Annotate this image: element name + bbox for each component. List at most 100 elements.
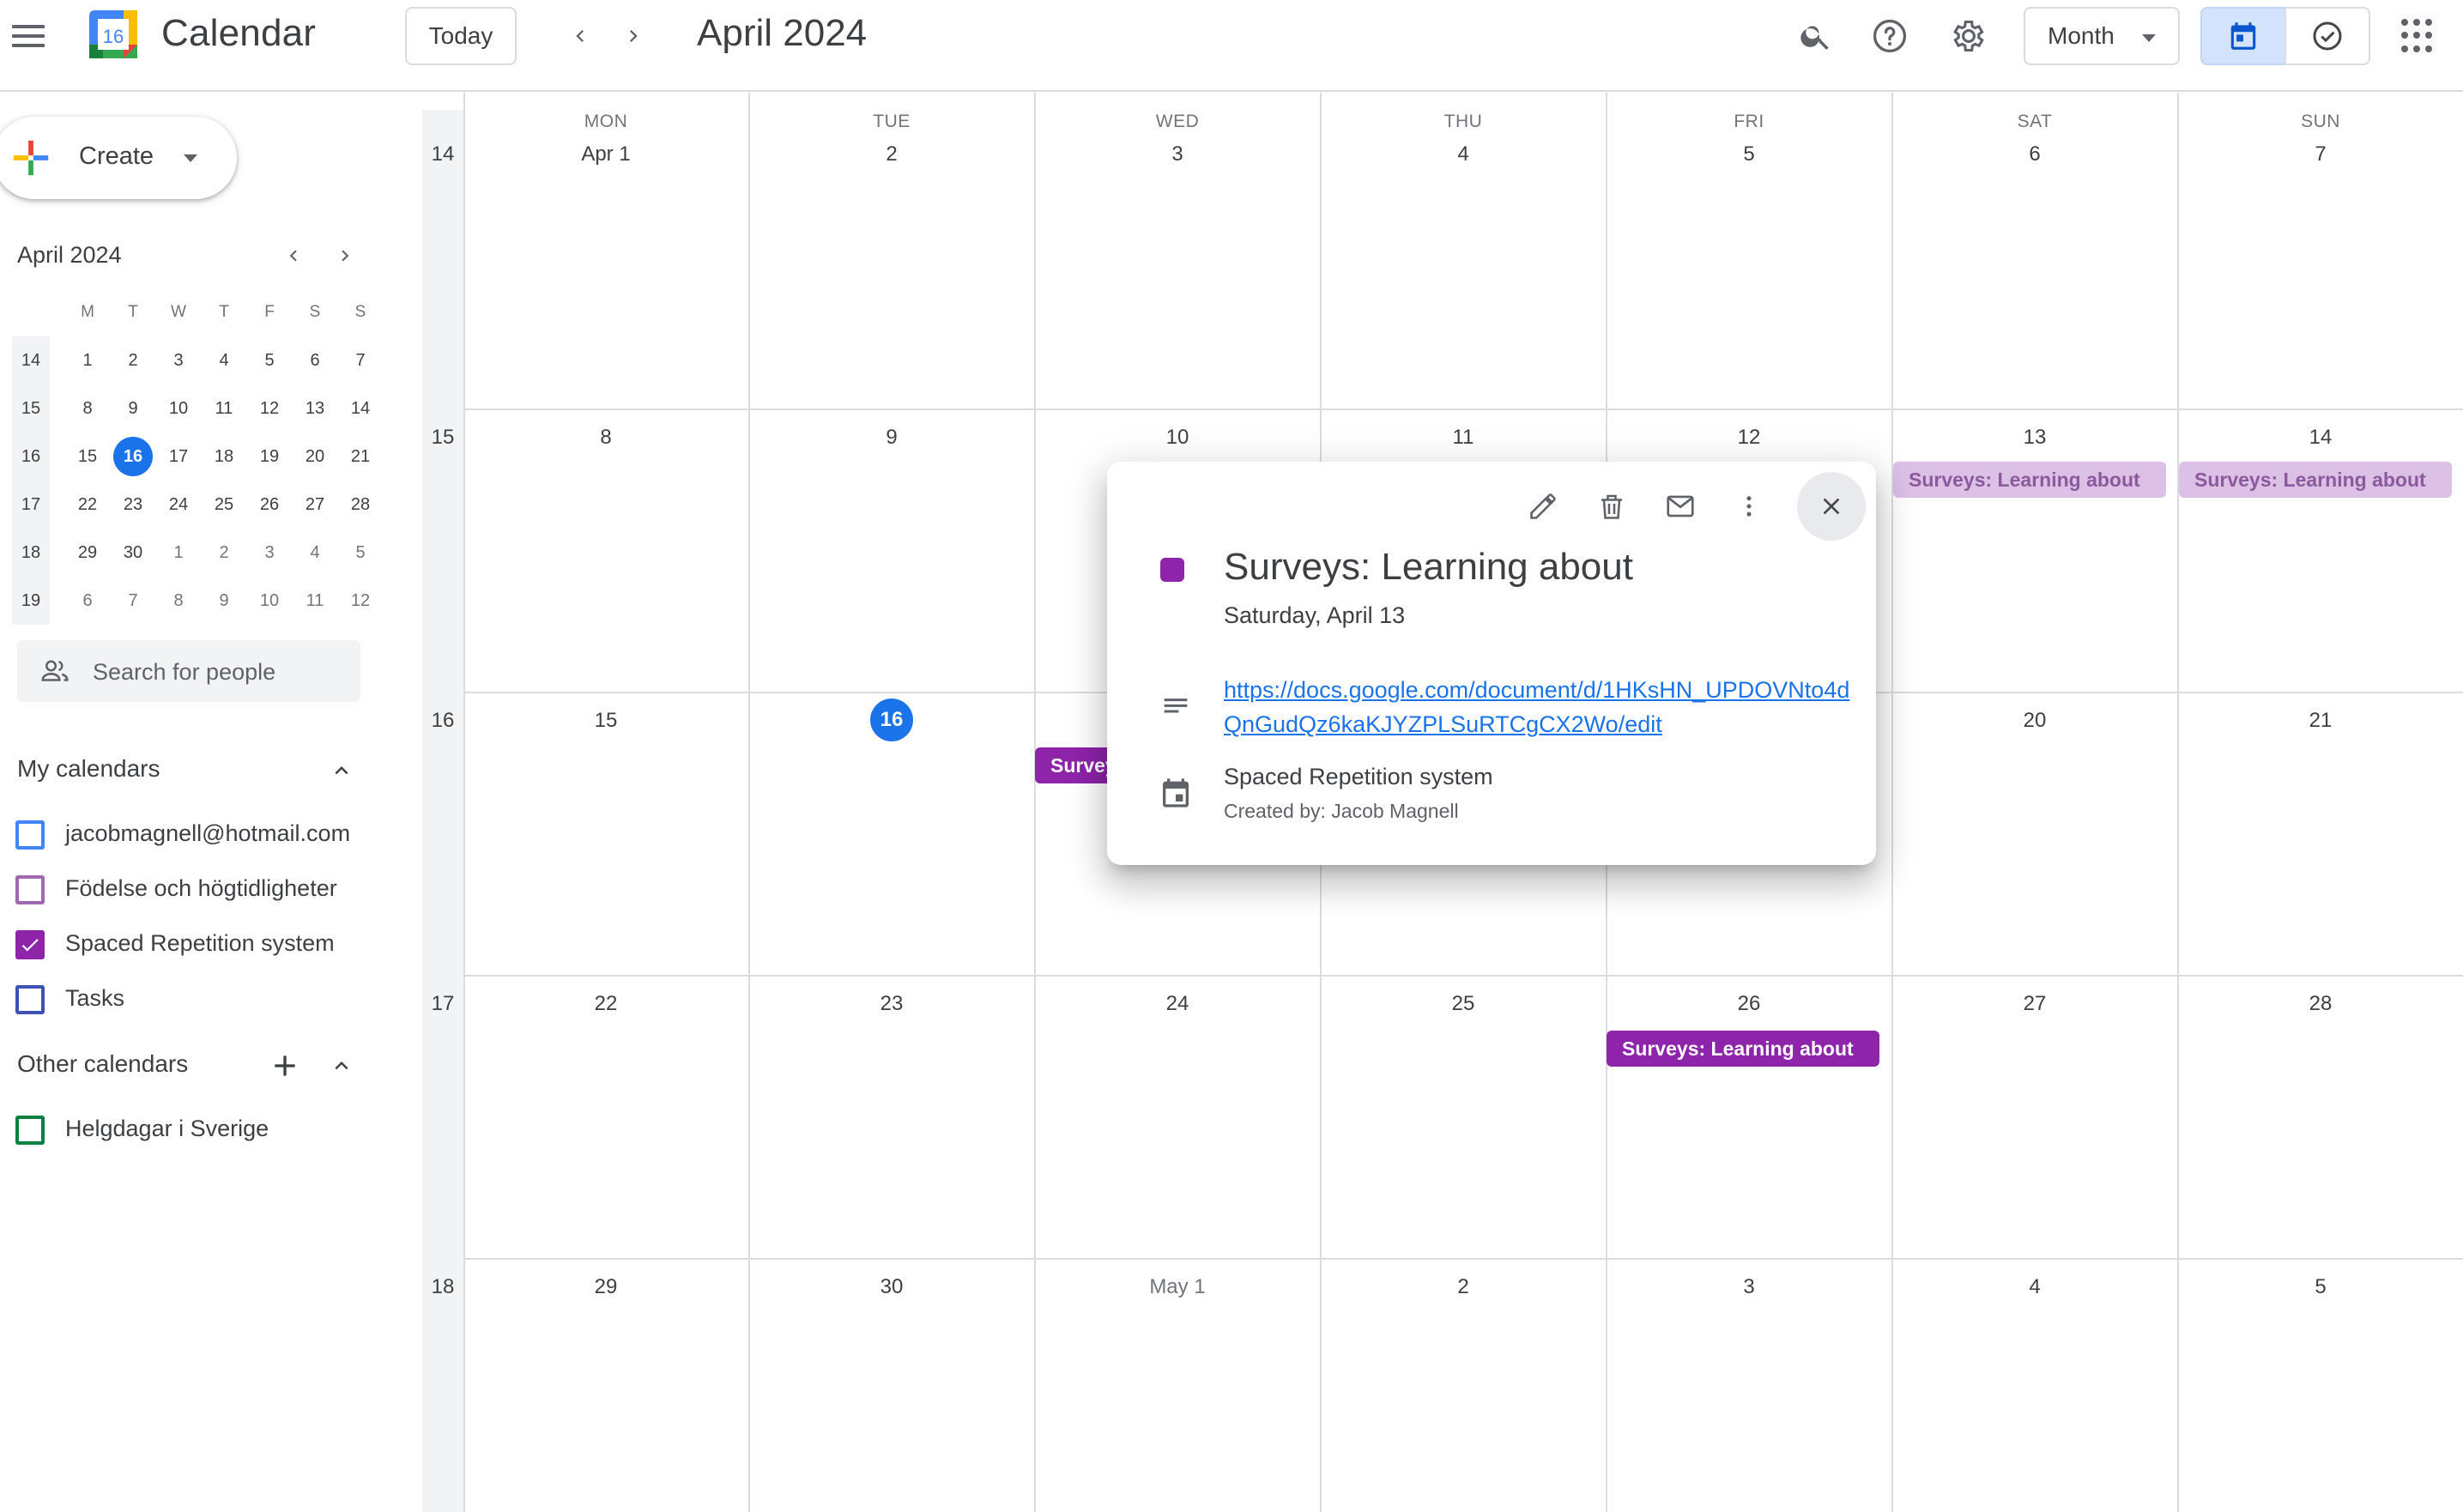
day-number[interactable]: 4 [1321,142,1606,166]
mini-day[interactable]: 3 [247,529,292,577]
week-number[interactable]: 14 [422,142,463,166]
calendar-item-fodelse[interactable]: Födelse och högtidligheter [15,867,393,908]
mini-day[interactable]: 2 [111,336,155,384]
day-number-today[interactable]: 16 [749,699,1034,741]
calendar-checkbox-checked[interactable] [15,930,45,959]
day-number[interactable]: 9 [749,426,1034,450]
mini-day[interactable]: 12 [338,577,383,625]
day-number[interactable]: Apr 1 [463,142,748,166]
calendar-checkbox[interactable] [15,875,45,904]
event-description-link[interactable]: https://docs.google.com/document/d/1HKsH… [1224,673,1859,741]
view-switcher-dropdown[interactable]: Month [2024,7,2180,65]
add-calendar-plus-icon[interactable] [268,1049,302,1083]
day-number[interactable]: 7 [2178,142,2463,166]
day-number[interactable]: 24 [1035,992,1320,1016]
mini-day[interactable]: 28 [338,481,383,529]
mini-day[interactable]: 11 [202,384,246,432]
mini-day[interactable]: 8 [65,384,110,432]
other-calendars-heading[interactable]: Other calendars [17,1050,188,1078]
mini-day[interactable]: 10 [156,384,201,432]
calendar-item-spaced-repetition[interactable]: Spaced Repetition system [15,922,393,963]
chevron-up-icon[interactable] [324,753,359,788]
today-button[interactable]: Today [405,7,517,65]
week-number[interactable]: 18 [422,1275,463,1299]
mini-day[interactable]: 20 [293,432,337,481]
calendar-checkbox[interactable] [15,820,45,850]
mini-day[interactable]: 25 [202,481,246,529]
mini-day[interactable]: 30 [111,529,155,577]
mini-day[interactable]: 17 [156,432,201,481]
day-number[interactable]: 6 [1892,142,2177,166]
mini-calendar-prev-icon[interactable] [278,240,309,271]
mini-week-number[interactable]: 17 [12,481,50,529]
mini-week-number[interactable]: 15 [12,384,50,432]
mini-day[interactable]: 14 [338,384,383,432]
week-number[interactable]: 15 [422,426,463,450]
day-number[interactable]: 20 [1892,709,2177,733]
mini-day[interactable]: 23 [111,481,155,529]
day-number[interactable]: 22 [463,992,748,1016]
day-number[interactable]: 27 [1892,992,2177,1016]
day-number[interactable]: 13 [1892,426,2177,450]
mini-day[interactable]: 3 [156,336,201,384]
mini-day[interactable]: 10 [247,577,292,625]
event-chip[interactable]: Surveys: Learning about [1607,1031,1879,1067]
mini-day[interactable]: 8 [156,577,201,625]
mini-day[interactable]: 1 [65,336,110,384]
day-number[interactable]: 26 [1607,992,1891,1016]
mini-day[interactable]: 12 [247,384,292,432]
day-number[interactable]: 21 [2178,709,2463,733]
mini-week-number[interactable]: 16 [12,432,50,481]
edit-pencil-icon[interactable] [1519,482,1567,530]
mini-day[interactable]: 5 [338,529,383,577]
mini-day[interactable]: 18 [202,432,246,481]
day-number[interactable]: 3 [1035,142,1320,166]
previous-period-icon[interactable] [561,17,599,55]
day-number[interactable]: 25 [1321,992,1606,1016]
main-menu-icon[interactable] [12,17,50,55]
day-number[interactable]: 11 [1321,426,1606,450]
day-number[interactable]: 10 [1035,426,1320,450]
mini-day[interactable]: 9 [111,384,155,432]
mini-week-number[interactable]: 18 [12,529,50,577]
day-number[interactable]: 3 [1607,1275,1891,1299]
mini-day[interactable]: 6 [293,336,337,384]
my-calendars-heading[interactable]: My calendars [17,755,160,783]
close-icon[interactable] [1797,472,1866,541]
settings-gear-icon[interactable] [1946,14,1991,58]
event-chip[interactable]: Surveys: Learning about [2179,462,2452,498]
day-number[interactable]: 5 [2178,1275,2463,1299]
mini-day[interactable]: 7 [111,577,155,625]
mini-day[interactable]: 15 [65,432,110,481]
calendar-logo-icon[interactable]: 16 [86,7,141,62]
email-guests-icon[interactable] [1656,482,1704,530]
mini-day[interactable]: 13 [293,384,337,432]
mini-day[interactable]: 4 [202,336,246,384]
mini-day[interactable]: 21 [338,432,383,481]
day-number[interactable]: 28 [2178,992,2463,1016]
day-number[interactable]: 30 [749,1275,1034,1299]
day-number[interactable]: 2 [1321,1275,1606,1299]
day-number[interactable]: 23 [749,992,1034,1016]
mini-day[interactable]: 11 [293,577,337,625]
event-chip[interactable]: Surveys: Learning about [1893,462,2166,498]
search-people-input[interactable]: Search for people [17,640,360,702]
mini-day[interactable]: 29 [65,529,110,577]
mini-day[interactable]: 7 [338,336,383,384]
mini-week-number[interactable]: 14 [12,336,50,384]
day-number[interactable]: 8 [463,426,748,450]
mini-day[interactable]: 6 [65,577,110,625]
mini-week-number[interactable]: 19 [12,577,50,625]
mini-day-today[interactable]: 16 [111,432,155,481]
mini-day[interactable]: 24 [156,481,201,529]
delete-trash-icon[interactable] [1588,482,1636,530]
next-period-icon[interactable] [614,17,652,55]
calendar-view-toggle[interactable] [2200,7,2286,65]
search-icon[interactable] [1794,14,1838,58]
day-number[interactable]: May 1 [1035,1275,1320,1299]
calendar-item-helgdagar[interactable]: Helgdagar i Sverige [15,1107,393,1148]
calendar-item-tasks[interactable]: Tasks [15,977,393,1018]
day-number[interactable]: 4 [1892,1275,2177,1299]
day-number[interactable]: 15 [463,709,748,733]
mini-day[interactable]: 9 [202,577,246,625]
